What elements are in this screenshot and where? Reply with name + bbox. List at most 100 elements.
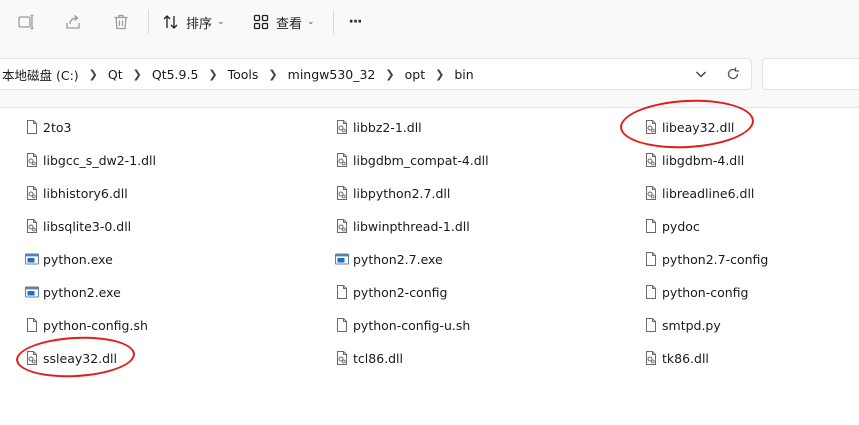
file-item[interactable]: python-config-u.sh bbox=[334, 315, 470, 335]
file-name: libreadline6.dll bbox=[662, 185, 755, 201]
file-name: libsqlite3-0.dll bbox=[43, 218, 132, 234]
file-name: python2-config bbox=[353, 284, 448, 300]
file-item[interactable]: python2-config bbox=[334, 282, 447, 302]
file-item[interactable]: pydoc bbox=[643, 216, 700, 236]
sort-icon bbox=[163, 15, 178, 29]
dll-file-icon bbox=[643, 152, 659, 168]
rename-button[interactable] bbox=[12, 8, 40, 36]
view-label: 查看 bbox=[276, 16, 303, 32]
exe-file-icon bbox=[24, 251, 40, 267]
more-icon: ··· bbox=[348, 14, 363, 30]
file-name: libwinpthread-1.dll bbox=[353, 218, 470, 234]
file-name: python2.7.exe bbox=[353, 251, 443, 267]
file-item[interactable]: libreadline6.dll bbox=[643, 183, 754, 203]
sort-label: 排序 bbox=[186, 16, 213, 32]
file-item[interactable]: libsqlite3-0.dll bbox=[24, 216, 131, 236]
annotation-circle-ssleay32 bbox=[15, 333, 136, 381]
address-bar-area: 本地磁盘 (C:) ❯ Qt ❯ Qt5.9.5 ❯ Tools ❯ mingw… bbox=[0, 44, 859, 108]
toolbar-divider bbox=[333, 10, 334, 34]
file-name: libgcc_s_dw2-1.dll bbox=[43, 152, 157, 168]
file-name: smtpd.py bbox=[662, 317, 721, 333]
chevron-right-icon[interactable]: ❯ bbox=[385, 68, 394, 81]
file-item[interactable]: python-config.sh bbox=[24, 315, 148, 335]
file-item[interactable]: python-config bbox=[643, 282, 749, 302]
file-item[interactable]: libgdbm_compat-4.dll bbox=[334, 150, 489, 170]
file-item[interactable]: python.exe bbox=[24, 249, 113, 269]
dll-file-icon bbox=[334, 185, 350, 201]
chevron-right-icon[interactable]: ❯ bbox=[133, 68, 142, 81]
sort-button[interactable]: 排序 ⌄ bbox=[162, 8, 232, 36]
address-bar[interactable]: 本地磁盘 (C:) ❯ Qt ❯ Qt5.9.5 ❯ Tools ❯ mingw… bbox=[0, 58, 752, 90]
file-name: libgdbm_compat-4.dll bbox=[353, 152, 489, 168]
file-item[interactable]: python2.exe bbox=[24, 282, 121, 302]
exe-file-icon bbox=[334, 251, 350, 267]
file-item[interactable]: libpython2.7.dll bbox=[334, 183, 450, 203]
view-grid-icon bbox=[253, 14, 269, 30]
file-icon bbox=[24, 119, 40, 135]
delete-button[interactable] bbox=[107, 8, 135, 36]
file-name: python.exe bbox=[43, 251, 113, 267]
chevron-down-icon: ⌄ bbox=[307, 17, 315, 27]
dll-file-icon bbox=[334, 218, 350, 234]
file-item[interactable]: smtpd.py bbox=[643, 315, 721, 335]
file-icon bbox=[643, 317, 659, 333]
breadcrumb-item[interactable]: Tools bbox=[228, 67, 259, 82]
dll-file-icon bbox=[334, 152, 350, 168]
breadcrumb-item[interactable]: bin bbox=[454, 67, 473, 82]
file-icon bbox=[334, 317, 350, 333]
command-bar: 排序 ⌄ 查看 ⌄ ··· bbox=[0, 0, 859, 44]
chevron-right-icon[interactable]: ❯ bbox=[208, 68, 217, 81]
file-name: libhistory6.dll bbox=[43, 185, 128, 201]
file-name: python-config-u.sh bbox=[353, 317, 471, 333]
share-button[interactable] bbox=[59, 8, 87, 36]
chevron-right-icon[interactable]: ❯ bbox=[268, 68, 277, 81]
file-name: libbz2-1.dll bbox=[353, 119, 422, 135]
file-item[interactable]: libgdbm-4.dll bbox=[643, 150, 744, 170]
address-history-dropdown-icon[interactable] bbox=[694, 67, 708, 81]
view-button[interactable]: 查看 ⌄ bbox=[252, 8, 324, 36]
breadcrumb-item[interactable]: mingw530_32 bbox=[288, 67, 376, 82]
file-name: python-config bbox=[662, 284, 749, 300]
dll-file-icon bbox=[24, 218, 40, 234]
share-icon bbox=[66, 15, 80, 29]
chevron-right-icon[interactable]: ❯ bbox=[435, 68, 444, 81]
dll-file-icon bbox=[643, 350, 659, 366]
dll-file-icon bbox=[24, 152, 40, 168]
file-list: tk86.dll tcl86.dll ssleay32.dll smtpd.py pyt… bbox=[0, 96, 859, 425]
dll-file-icon bbox=[24, 185, 40, 201]
file-name: python2.exe bbox=[43, 284, 121, 300]
file-item[interactable]: libbz2-1.dll bbox=[334, 117, 422, 137]
file-icon bbox=[643, 218, 659, 234]
breadcrumb-item[interactable]: Qt5.9.5 bbox=[152, 67, 199, 82]
breadcrumb: 本地磁盘 (C:) ❯ Qt ❯ Qt5.9.5 ❯ Tools ❯ mingw… bbox=[2, 59, 474, 89]
file-name: 2to3 bbox=[43, 119, 72, 135]
breadcrumb-item[interactable]: 本地磁盘 (C:) bbox=[2, 65, 79, 84]
chevron-down-icon: ⌄ bbox=[217, 17, 225, 27]
file-item[interactable]: libhistory6.dll bbox=[24, 183, 128, 203]
file-item[interactable]: tcl86.dll bbox=[334, 348, 403, 368]
breadcrumb-item[interactable]: opt bbox=[405, 67, 425, 82]
file-name: tcl86.dll bbox=[353, 350, 404, 366]
file-icon bbox=[643, 251, 659, 267]
file-item[interactable]: python2.7-config bbox=[643, 249, 768, 269]
refresh-icon[interactable] bbox=[725, 66, 741, 82]
file-name: pydoc bbox=[662, 218, 700, 234]
chevron-right-icon[interactable]: ❯ bbox=[89, 68, 98, 81]
breadcrumb-item[interactable]: Qt bbox=[108, 67, 123, 82]
search-input[interactable] bbox=[762, 58, 859, 90]
dll-file-icon bbox=[334, 119, 350, 135]
more-options-button[interactable]: ··· bbox=[343, 8, 367, 36]
toolbar-divider bbox=[148, 10, 149, 34]
file-name: tk86.dll bbox=[662, 350, 709, 366]
file-item[interactable]: 2to3 bbox=[24, 117, 71, 137]
file-item[interactable]: python2.7.exe bbox=[334, 249, 443, 269]
file-item[interactable]: tk86.dll bbox=[643, 348, 709, 368]
file-icon bbox=[334, 284, 350, 300]
file-item[interactable]: libwinpthread-1.dll bbox=[334, 216, 470, 236]
file-name: python-config.sh bbox=[43, 317, 148, 333]
trash-icon bbox=[114, 14, 128, 30]
dll-file-icon bbox=[334, 350, 350, 366]
file-name: libpython2.7.dll bbox=[353, 185, 451, 201]
dll-file-icon bbox=[643, 185, 659, 201]
file-item[interactable]: libgcc_s_dw2-1.dll bbox=[24, 150, 156, 170]
